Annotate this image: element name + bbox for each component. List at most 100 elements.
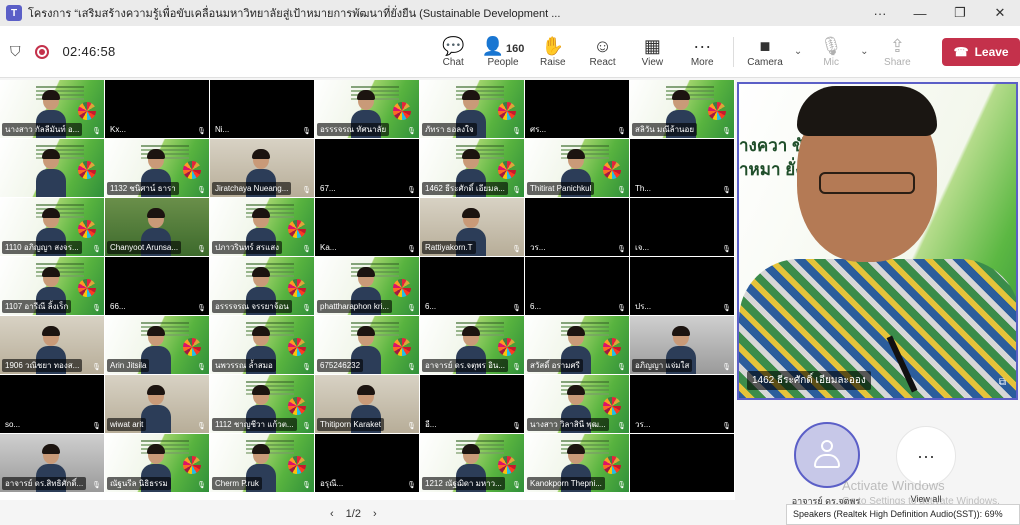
chat-button[interactable]: 💬 Chat <box>428 35 478 68</box>
mic-off-icon: 🎙 <box>197 423 206 430</box>
people-button[interactable]: 👤 160 People <box>478 35 528 68</box>
mic-button[interactable]: 🎙 Mic <box>806 35 856 68</box>
raise-hand-button[interactable]: ✋ Raise <box>528 35 578 68</box>
participant-name-label: Thitiporn Karaket <box>317 418 384 431</box>
mic-off-icon: 🎙 <box>302 128 311 135</box>
participant-tile[interactable]: 6... 🎙 <box>525 257 629 315</box>
participant-tile[interactable]: 1110 อภิญญา สงจร... 🎙 <box>0 198 104 256</box>
share-button[interactable]: ⇪ Share <box>872 35 922 68</box>
participant-tile[interactable]: นพวรรณ ล้ำสมอ 🎙 <box>210 316 314 374</box>
participant-tile[interactable] <box>0 139 104 197</box>
tile-slide-text <box>246 204 294 206</box>
participant-tile[interactable]: 66... 🎙 <box>105 257 209 315</box>
sdg-wheel-icon <box>498 456 516 474</box>
participant-tile[interactable]: Th... 🎙 <box>630 139 734 197</box>
react-button[interactable]: ☺ React <box>578 35 628 68</box>
participant-tile[interactable]: Kanokporn Thepni... 🎙 <box>525 434 629 492</box>
sdg-wheel-icon <box>183 338 201 356</box>
participant-tile[interactable]: 1462 ธีระศักดิ์ เอียมล... 🎙 <box>420 139 524 197</box>
participant-tile[interactable]: 675246232 🎙 <box>315 316 419 374</box>
participant-tile[interactable]: สลิวัน มณีล้านอย 🎙 <box>630 80 734 138</box>
more-button[interactable]: ··· More <box>677 35 727 68</box>
mic-options-chevron-icon[interactable]: ⌄ <box>860 46 868 57</box>
participant-tile[interactable]: อรุณี... 🎙 <box>315 434 419 492</box>
participant-tile[interactable]: 1132 ชนิศาน์ ธารา 🎙 <box>105 139 209 197</box>
person-icon <box>814 440 840 470</box>
participant-tile[interactable]: ณัฐนรีล นิธิธรรม 🎙 <box>105 434 209 492</box>
participant-tile[interactable]: สวัสดิ์ อรามศรี 🎙 <box>525 316 629 374</box>
camera-options-chevron-icon[interactable]: ⌄ <box>794 46 802 57</box>
mic-off-icon: 🎙 <box>407 128 416 135</box>
participant-name-label: ปภาวรินทร์ สรแสง <box>212 241 283 254</box>
window-more-button[interactable]: ··· <box>860 6 900 21</box>
participant-tile[interactable]: อาจารย์ ดร.จตุพร อิน... 🎙 <box>420 316 524 374</box>
sdg-wheel-icon <box>708 102 726 120</box>
previous-page-button[interactable]: ‹ <box>330 508 334 520</box>
raise-hand-icon: ✋ <box>541 36 565 56</box>
participant-tile[interactable]: 1107 อารีณี ลิ้งเร็ก 🎙 <box>0 257 104 315</box>
participant-tile[interactable]: Rattiyakorn.T 🎙 <box>420 198 524 256</box>
participant-name-label: นางสาว วิลาสินี พุฒ... <box>527 418 609 431</box>
participant-tile[interactable]: 1906 วณิชยา ทองส... 🎙 <box>0 316 104 374</box>
participant-tile[interactable]: อี... 🎙 <box>420 375 524 433</box>
participant-tile[interactable]: อรรรจรณ ทัศนาลัย 🎙 <box>315 80 419 138</box>
people-icon-wrap: 👤 160 <box>482 35 525 57</box>
participant-tile[interactable]: นางสาว วิลาสินี พุฒ... 🎙 <box>525 375 629 433</box>
pin-icon[interactable]: ⧉ <box>999 377 1006 388</box>
participant-tile[interactable]: 6... 🎙 <box>420 257 524 315</box>
participant-tile[interactable]: Ni... 🎙 <box>210 80 314 138</box>
view-button[interactable]: ▦ View <box>628 35 678 68</box>
participant-tile[interactable]: อภิญญา แจ่มใส 🎙 <box>630 316 734 374</box>
participant-grid: นางสาว กัลลีมันท์ อ... 🎙 Kx... 🎙 Ni... 🎙 อรรรจ… <box>0 80 735 500</box>
window-restore-button[interactable]: ❐ <box>940 5 980 21</box>
sdg-wheel-icon <box>78 220 96 238</box>
participant-tile[interactable]: อาจารย์ ดร.สิทธิศักดิ์... 🎙 <box>0 434 104 492</box>
participant-tile[interactable]: Cherm P.ruk 🎙 <box>210 434 314 492</box>
camera-button[interactable]: ■ Camera <box>740 35 790 68</box>
participant-name-label: Kx... <box>107 123 130 136</box>
react-label: React <box>589 57 616 68</box>
participant-tile[interactable]: Chanyoot Arunsa... 🎙 <box>105 198 209 256</box>
participant-tile[interactable] <box>630 434 734 492</box>
next-page-button[interactable]: › <box>373 508 377 520</box>
participant-tile[interactable]: ปภาวรินทร์ สรแสง 🎙 <box>210 198 314 256</box>
leave-button[interactable]: ☎ Leave <box>942 37 1020 66</box>
participant-tile[interactable]: เจ... 🎙 <box>630 198 734 256</box>
participant-tile[interactable]: wiwat arit 🎙 <box>105 375 209 433</box>
participant-tile[interactable]: ภัทรา ธอลงใจ 🎙 <box>420 80 524 138</box>
participant-tile[interactable]: phattharaphon kri... 🎙 <box>315 257 419 315</box>
participant-tile[interactable]: ศร... 🎙 <box>525 80 629 138</box>
participant-name-label: นางสาว กัลลีมันท์ อ... <box>2 123 83 136</box>
participant-tile[interactable]: Kx... 🎙 <box>105 80 209 138</box>
participant-tile[interactable]: so... 🎙 <box>0 375 104 433</box>
participant-name-label: 67... <box>317 182 339 195</box>
participant-figure <box>36 149 66 197</box>
window-close-button[interactable]: ✕ <box>980 5 1020 21</box>
participant-tile[interactable]: Ka... 🎙 <box>315 198 419 256</box>
shield-icon[interactable]: ⛉ <box>10 43 21 60</box>
sdg-wheel-icon <box>288 279 306 297</box>
view-all-button[interactable]: ··· <box>896 426 956 486</box>
tile-slide-text <box>36 86 84 88</box>
window-minimize-button[interactable]: — <box>900 6 940 21</box>
tile-slide-text <box>246 381 294 383</box>
participant-tile[interactable]: 1212 ณัฐฌิดา มหาว... 🎙 <box>420 434 524 492</box>
participant-tile[interactable]: นางสาว กัลลีมันท์ อ... 🎙 <box>0 80 104 138</box>
mic-off-icon: 🎙 <box>617 128 626 135</box>
participant-name-label: 6... <box>422 300 440 313</box>
participant-tile[interactable]: Arin Jitsila 🎙 <box>105 316 209 374</box>
mic-off-icon: 🎙 <box>512 246 521 253</box>
mic-off-icon: 🎙 <box>617 187 626 194</box>
participant-tile[interactable]: Thitirat Panichkul 🎙 <box>525 139 629 197</box>
participant-tile[interactable]: 1112 ชาญชีวา แก้วต... 🎙 <box>210 375 314 433</box>
spotlight-video[interactable]: างควา ขับเคลื่อน าหมา ยั่งยืน 1462 ธีระศ… <box>737 82 1018 400</box>
participant-tile[interactable]: 67... 🎙 <box>315 139 419 197</box>
participant-tile[interactable]: ปร... 🎙 <box>630 257 734 315</box>
tile-slide-text <box>141 322 189 324</box>
participant-name-label: วร... <box>632 418 654 431</box>
participant-tile[interactable]: Jiratchaya Nueang... 🎙 <box>210 139 314 197</box>
participant-tile[interactable]: อรรรจรณ จรรยาจ้อน 🎙 <box>210 257 314 315</box>
participant-tile[interactable]: วร... 🎙 <box>525 198 629 256</box>
participant-tile[interactable]: Thitiporn Karaket 🎙 <box>315 375 419 433</box>
participant-tile[interactable]: วร... 🎙 <box>630 375 734 433</box>
